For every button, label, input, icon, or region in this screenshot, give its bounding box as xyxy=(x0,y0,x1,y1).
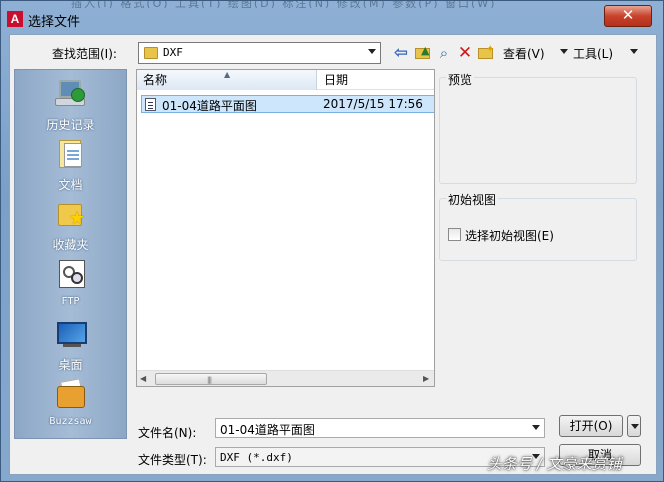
file-date: 2017/5/15 17:56 xyxy=(323,97,423,111)
background-menu-text: 插入(I) 格式(O) 工具(T) 绘图(D) 标注(N) 修改(M) 参数(P… xyxy=(71,1,497,8)
filetype-label: 文件类型(T): xyxy=(138,453,207,467)
column-header-date[interactable]: 日期 xyxy=(318,70,434,90)
column-header-name[interactable]: ▲ 名称 xyxy=(137,70,317,90)
place-label: Buzzsaw xyxy=(49,416,92,427)
file-row[interactable]: 01-04道路平面图 2017/5/15 17:56 xyxy=(141,95,434,113)
autocad-app-icon: A xyxy=(7,11,23,27)
place-favorites[interactable]: ★ 收藏夹 xyxy=(15,194,126,252)
search-web-icon[interactable]: ⌕ xyxy=(435,44,453,62)
place-label: FTP xyxy=(61,296,80,307)
open-options-chevron-down-icon[interactable] xyxy=(627,415,641,437)
folder-icon xyxy=(144,47,158,59)
filetype-value: DXF (*.dxf) xyxy=(220,451,293,464)
tools-menu-button[interactable]: 工具(L) xyxy=(573,45,613,62)
back-icon[interactable]: ⇦ xyxy=(392,44,410,62)
select-initial-view-checkbox[interactable] xyxy=(448,228,461,241)
scrollbar-thumb[interactable]: ||| xyxy=(155,373,267,385)
tools-menu-chevron-down-icon[interactable] xyxy=(630,49,638,54)
file-dialog-window: 插入(I) 格式(O) 工具(T) 绘图(D) 标注(N) 修改(M) 参数(P… xyxy=(0,0,664,482)
place-history[interactable]: 历史记录 xyxy=(15,74,126,132)
history-icon xyxy=(55,78,87,110)
view-menu-chevron-down-icon[interactable] xyxy=(560,49,568,54)
lookin-dropdown[interactable]: DXF xyxy=(138,42,381,64)
select-initial-view-label[interactable]: 选择初始视图(E) xyxy=(465,227,554,244)
watermark-text: 头条号 / 文豪来赏铺 xyxy=(487,455,622,473)
lookin-label: 查找范围(I): xyxy=(52,47,117,61)
place-label: 桌面 xyxy=(58,358,83,372)
list-header: ▲ 名称 日期 xyxy=(137,70,434,90)
desktop-icon xyxy=(55,318,87,350)
favorites-icon: ★ xyxy=(55,198,87,230)
place-label: 历史记录 xyxy=(46,118,95,132)
window-title: 选择文件 xyxy=(28,15,81,30)
scroll-left-icon[interactable]: ◀ xyxy=(140,374,146,383)
new-folder-icon[interactable]: ✦ xyxy=(477,44,495,62)
preview-title: 预览 xyxy=(446,71,475,88)
chevron-down-icon[interactable] xyxy=(532,425,540,430)
sparkle-glyph: ✦ xyxy=(486,44,495,55)
sort-ascending-icon: ▲ xyxy=(224,70,231,79)
initial-view-title: 初始视图 xyxy=(446,191,499,208)
lookin-value: DXF xyxy=(163,46,183,59)
filename-label: 文件名(N): xyxy=(138,426,197,440)
filename-input[interactable]: 01-04道路平面图 xyxy=(215,418,545,438)
up-folder-icon[interactable]: ▲ xyxy=(414,44,432,62)
place-documents[interactable]: 文档 xyxy=(15,134,126,192)
horizontal-scrollbar[interactable]: ◀ ||| ▶ xyxy=(137,370,434,386)
places-bar: 历史记录 文档 ★ 收藏夹 FTP 桌面 Buzzsaw xyxy=(14,69,127,439)
place-label: 收藏夹 xyxy=(52,238,89,252)
view-menu-button[interactable]: 查看(V) xyxy=(503,45,545,62)
chevron-down-icon[interactable] xyxy=(368,49,376,54)
place-buzzsaw[interactable]: Buzzsaw xyxy=(15,374,126,432)
open-button[interactable]: 打开(O) xyxy=(559,415,623,437)
place-ftp[interactable]: FTP xyxy=(15,254,126,312)
scrollbar-grip-icon: ||| xyxy=(207,376,212,384)
column-name-label: 名称 xyxy=(143,73,168,87)
file-name: 01-04道路平面图 xyxy=(162,99,257,113)
delete-icon[interactable]: ✕ xyxy=(456,44,474,62)
up-arrow-glyph: ▲ xyxy=(421,44,430,57)
title-bar[interactable]: 插入(I) 格式(O) 工具(T) 绘图(D) 标注(N) 修改(M) 参数(P… xyxy=(1,1,663,35)
scroll-right-icon[interactable]: ▶ xyxy=(423,374,429,383)
file-list[interactable]: ▲ 名称 日期 01-04道路平面图 2017/5/15 17:56 ◀ |||… xyxy=(136,69,435,387)
ftp-icon xyxy=(55,258,87,290)
dialog-client-area: 查找范围(I): DXF ⇦ ▲ ⌕ ✕ ✦ 查看(V) 工具(L) 历史记录 xyxy=(9,34,657,475)
buzzsaw-icon xyxy=(55,378,87,410)
documents-icon xyxy=(55,138,87,170)
place-desktop[interactable]: 桌面 xyxy=(15,314,126,372)
place-label: 文档 xyxy=(58,178,83,192)
dxf-file-icon xyxy=(145,98,156,111)
preview-panel xyxy=(439,77,637,184)
close-button[interactable]: ✕ xyxy=(604,5,652,27)
filename-value: 01-04道路平面图 xyxy=(220,423,315,437)
